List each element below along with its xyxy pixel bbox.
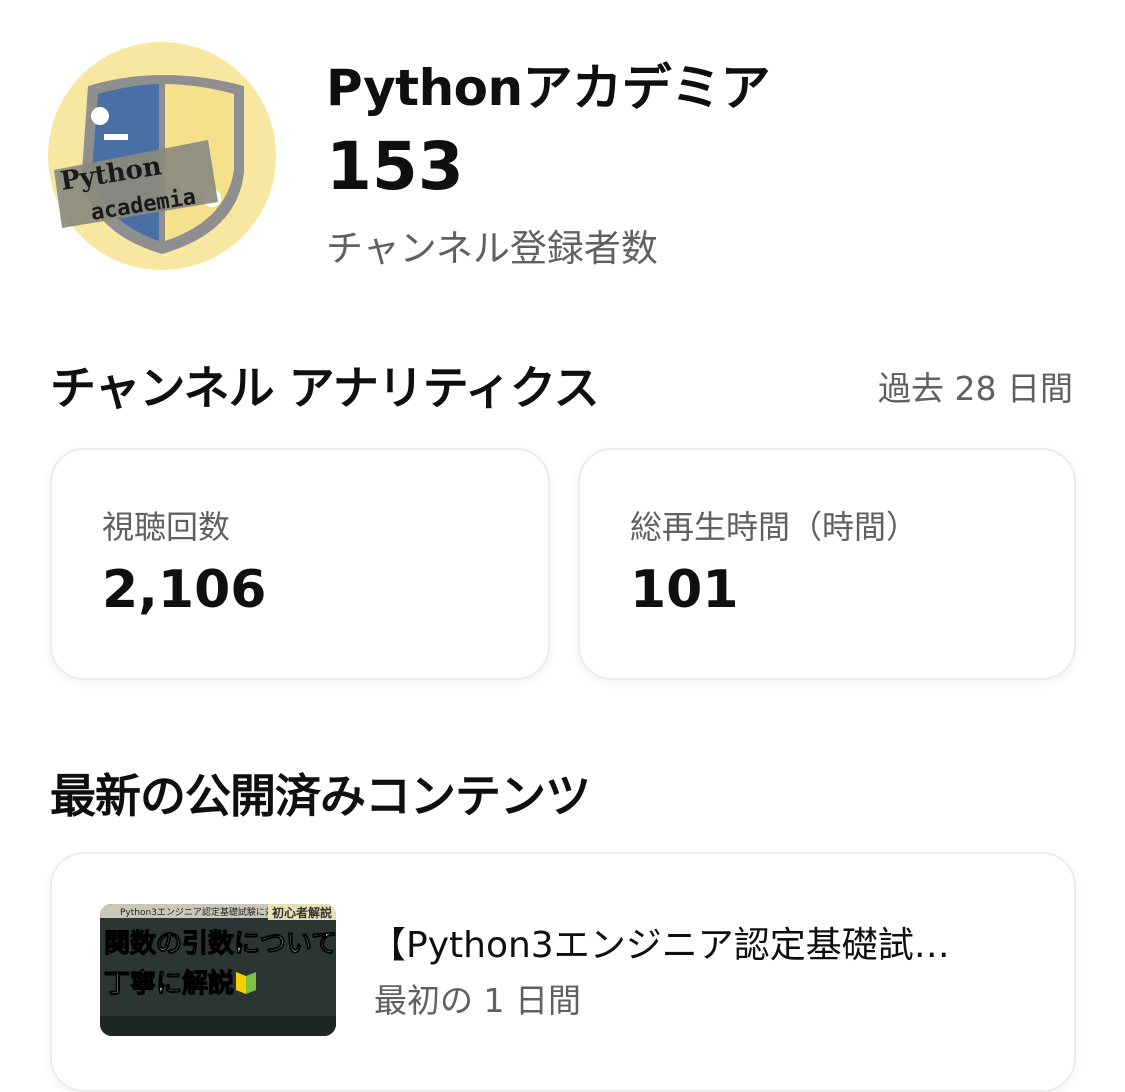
subscriber-count: 153 [326, 128, 464, 205]
latest-video-card[interactable]: Python3エンジニア認定基礎試験に対応 初心者解説 関数の引数について 丁寧… [50, 852, 1076, 1092]
metric-card-watch-time[interactable]: 総再生時間（時間） 101 [578, 448, 1076, 680]
thumbnail-line1-b: 引数 [182, 929, 235, 959]
metric-value-watch-time: 101 [630, 560, 739, 620]
metric-label-watch-time: 総再生時間（時間） [630, 508, 919, 546]
svg-text:関数の引数について: 関数の引数について [104, 929, 336, 959]
video-thumbnail[interactable]: Python3エンジニア認定基礎試験に対応 初心者解説 関数の引数について 丁寧… [100, 904, 336, 1036]
thumbnail-line2: 丁寧に解説 [104, 968, 234, 999]
analytics-period: 過去 28 日間 [878, 369, 1073, 408]
channel-name: Pythonアカデミア [326, 59, 771, 117]
channel-avatar[interactable]: Python academia [48, 42, 276, 270]
thumbnail-line1-a: 関数の [104, 929, 182, 959]
thumbnail-corner-text: 初心者解説 [272, 905, 332, 920]
subscriber-label: チャンネル登録者数 [326, 227, 658, 270]
latest-content-title: 最新の公開済みコンテンツ [50, 769, 591, 823]
metric-label-views: 視聴回数 [102, 508, 231, 546]
python-academia-logo: Python academia [48, 42, 276, 270]
video-title[interactable]: 【Python3エンジニア認定基礎試… [370, 916, 950, 968]
metric-card-views[interactable]: 視聴回数 2,106 [50, 448, 550, 680]
thumbnail-top-text: Python3エンジニア認定基礎試験に対応 [120, 906, 283, 918]
analytics-title: チャンネル アナリティクス [50, 361, 600, 415]
thumbnail-line1-c: について [234, 929, 336, 959]
thumbnail-artwork: Python3エンジニア認定基礎試験に対応 初心者解説 関数の引数について 丁寧… [100, 904, 336, 1036]
video-period: 最初の 1 日間 [374, 981, 581, 1020]
metric-value-views: 2,106 [102, 560, 267, 620]
